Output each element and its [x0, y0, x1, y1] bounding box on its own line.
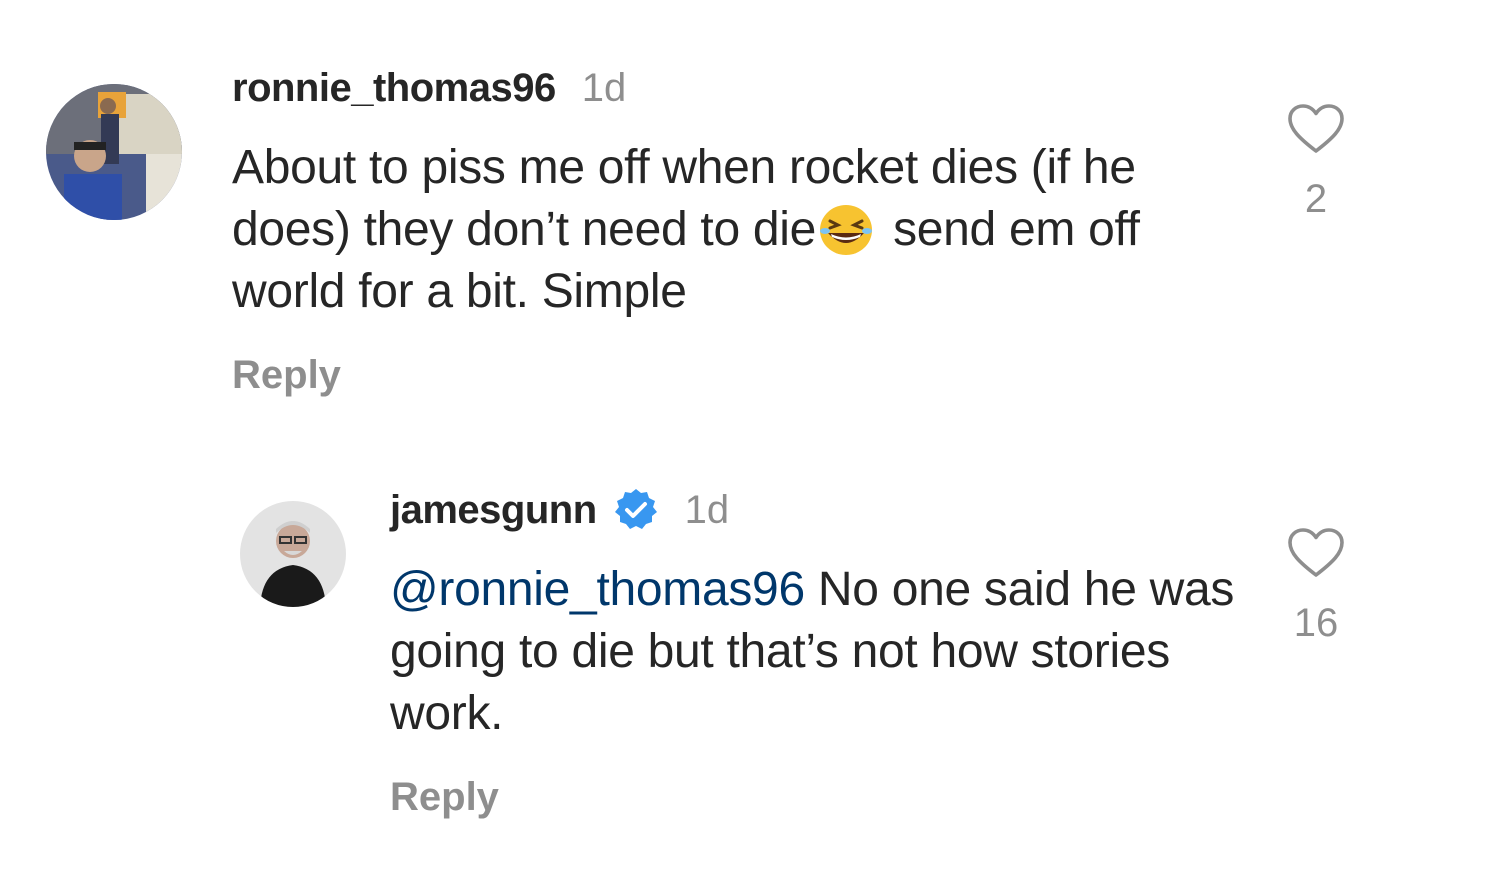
avatar-photo: [46, 84, 182, 220]
comment-text: About to piss me off when rocket dies (i…: [232, 137, 1242, 323]
avatar-jamesgunn[interactable]: [240, 501, 346, 607]
comment-username[interactable]: ronnie_thomas96: [232, 66, 556, 111]
avatar-ronnie[interactable]: [46, 84, 182, 220]
comment-ronnie: ronnie_thomas96 1d About to piss me off …: [232, 60, 1242, 398]
comment-username[interactable]: jamesgunn: [390, 488, 597, 533]
comment-timestamp: 1d: [581, 65, 627, 110]
comment-jamesgunn: jamesgunn 1d @ronnie_thomas96 No one sai…: [390, 482, 1242, 820]
heart-outline-icon[interactable]: [1287, 527, 1345, 579]
avatar-photo: [240, 501, 346, 607]
like-control-ronnie: 2: [1270, 103, 1362, 222]
comment-header: ronnie_thomas96 1d: [232, 60, 1242, 116]
mention-link[interactable]: @ronnie_thomas96: [390, 563, 805, 616]
like-count: 2: [1304, 177, 1328, 221]
heart-outline-icon[interactable]: [1287, 103, 1345, 155]
like-count: 16: [1293, 601, 1339, 645]
reply-button[interactable]: Reply: [390, 775, 499, 820]
like-control-jamesgunn: 16: [1270, 527, 1362, 646]
comment-header: jamesgunn 1d: [390, 482, 1242, 538]
comment-timestamp: 1d: [684, 487, 730, 532]
grinning-squinting-face-emoji-icon: [816, 203, 876, 257]
verified-badge-icon: [613, 487, 659, 533]
comment-text: @ronnie_thomas96 No one said he was goin…: [390, 559, 1242, 745]
reply-button[interactable]: Reply: [232, 353, 341, 398]
